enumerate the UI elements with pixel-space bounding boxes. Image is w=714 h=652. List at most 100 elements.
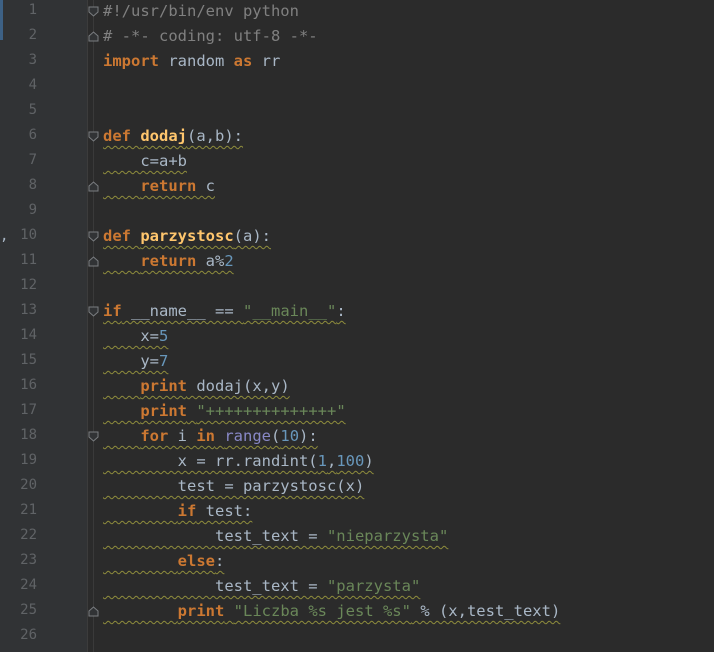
code-line[interactable]: 1 #!/usr/bin/env python [0, 0, 714, 25]
code-token: print [140, 377, 187, 395]
code-text[interactable]: return c [103, 177, 215, 195]
code-text[interactable]: def dodaj(a,b): [103, 127, 243, 145]
line-number: 1 [28, 2, 37, 18]
code-token: "++++++++++++++" [196, 402, 346, 420]
code-line[interactable]: 4 [0, 75, 714, 100]
code-token: if [177, 502, 197, 520]
line-number: 2 [28, 27, 37, 43]
code-token: y= [103, 352, 159, 370]
code-text[interactable]: def parzystosc(a): [103, 227, 271, 245]
code-text[interactable]: return a%2 [103, 252, 233, 270]
code-line[interactable]: 24 test_text = "parzysta" [0, 575, 714, 600]
code-text[interactable]: # -*- coding: utf-8 -*- [103, 27, 318, 45]
code-text[interactable]: print "Liczba %s jest %s" % (x,test_text… [103, 602, 561, 620]
code-line[interactable]: 15 y=7 [0, 350, 714, 375]
code-token: "nieparzysta" [326, 527, 449, 545]
line-number: 15 [20, 352, 37, 368]
fold-open-icon[interactable] [88, 431, 99, 442]
code-text[interactable]: #!/usr/bin/env python [103, 2, 299, 20]
code-text[interactable]: c=a+b [103, 152, 187, 170]
code-token: rr [252, 52, 281, 70]
code-token: dodaj(x,y) [187, 377, 290, 395]
code-line[interactable]: 6 def dodaj(a,b): [0, 125, 714, 150]
code-text[interactable]: if __name__ == "__main__": [103, 302, 346, 320]
code-text[interactable]: test = parzystosc(x) [103, 477, 365, 495]
code-line[interactable]: 11 return a%2 [0, 250, 714, 275]
code-line[interactable]: 2 # -*- coding: utf-8 -*- [0, 25, 714, 50]
code-line[interactable]: 7 c=a+b [0, 150, 714, 175]
code-token: # -*- coding: utf-8 -*- [103, 27, 318, 45]
line-number: 20 [20, 477, 37, 493]
fold-end-icon[interactable] [88, 31, 99, 42]
code-token: x = rr.randint( [103, 452, 318, 470]
code-token: as [233, 52, 253, 70]
code-line[interactable]: 19 x = rr.randint(1,100) [0, 450, 714, 475]
code-line[interactable]: 3 import random as rr [0, 50, 714, 75]
fold-open-icon[interactable] [88, 6, 99, 17]
code-line[interactable]: 23 else: [0, 550, 714, 575]
code-text[interactable]: print dodaj(x,y) [103, 377, 290, 395]
code-line[interactable]: 22 test_text = "nieparzysta" [0, 525, 714, 550]
code-text[interactable]: print "++++++++++++++" [103, 402, 346, 420]
code-line[interactable]: 13 if __name__ == "__main__": [0, 300, 714, 325]
code-token: 7 [159, 352, 169, 370]
code-token: def [103, 227, 131, 245]
code-token: 5 [159, 327, 169, 345]
line-number: 23 [20, 552, 37, 568]
code-text[interactable]: for i in range(10): [103, 427, 318, 445]
code-token: return [140, 252, 197, 270]
code-token: for [140, 427, 169, 445]
fold-end-icon[interactable] [88, 256, 99, 267]
code-text[interactable]: import random as rr [103, 52, 280, 70]
code-line[interactable]: 20 test = parzystosc(x) [0, 475, 714, 500]
code-text[interactable]: x = rr.randint(1,100) [103, 452, 374, 470]
code-line[interactable]: 5 [0, 100, 714, 125]
fold-end-icon[interactable] [88, 181, 99, 192]
code-line[interactable]: 16 print dodaj(x,y) [0, 375, 714, 400]
code-token: c=a+b [103, 152, 187, 170]
code-text[interactable]: if test: [103, 502, 253, 520]
line-number: 3 [28, 52, 37, 68]
code-token: import [103, 52, 159, 70]
code-token: 1 [317, 452, 327, 470]
line-number: 22 [20, 527, 37, 543]
fold-open-icon[interactable] [88, 231, 99, 242]
code-line[interactable]: 17 print "++++++++++++++" [0, 400, 714, 425]
code-line[interactable]: 9 [0, 200, 714, 225]
code-token: , [326, 452, 337, 470]
code-line[interactable]: 14 x=5 [0, 325, 714, 350]
fold-end-icon[interactable] [88, 606, 99, 617]
code-token: 100 [336, 452, 365, 470]
code-text[interactable]: test_text = "nieparzysta" [103, 527, 448, 545]
code-token: parzystosc [140, 227, 234, 245]
code-line[interactable]: 12 [0, 275, 714, 300]
code-line[interactable]: 25 print "Liczba %s jest %s" % (x,test_t… [0, 600, 714, 625]
code-token: ): [299, 427, 318, 445]
line-number: 19 [20, 452, 37, 468]
line-number: 18 [20, 427, 37, 443]
code-token: : [214, 552, 225, 570]
code-token: print [177, 602, 225, 620]
fold-open-icon[interactable] [88, 131, 99, 142]
code-line[interactable]: 26 [0, 625, 714, 650]
code-token: range [224, 427, 272, 445]
code-line[interactable]: 21 if test: [0, 500, 714, 525]
line-number: 10 [20, 227, 37, 243]
code-line[interactable]: 18 for i in range(10): [0, 425, 714, 450]
code-line[interactable]: 10 def parzystosc(a): [0, 225, 714, 250]
code-text[interactable]: x=5 [103, 327, 168, 345]
fold-open-icon[interactable] [88, 306, 99, 317]
code-text[interactable]: test_text = "parzysta" [103, 577, 420, 595]
line-number: 26 [20, 627, 37, 643]
code-token: random [159, 52, 234, 70]
code-token: a% [196, 252, 225, 270]
code-text[interactable]: else: [103, 552, 225, 570]
code-text[interactable]: y=7 [103, 352, 168, 370]
code-line[interactable]: 8 return c [0, 175, 714, 200]
